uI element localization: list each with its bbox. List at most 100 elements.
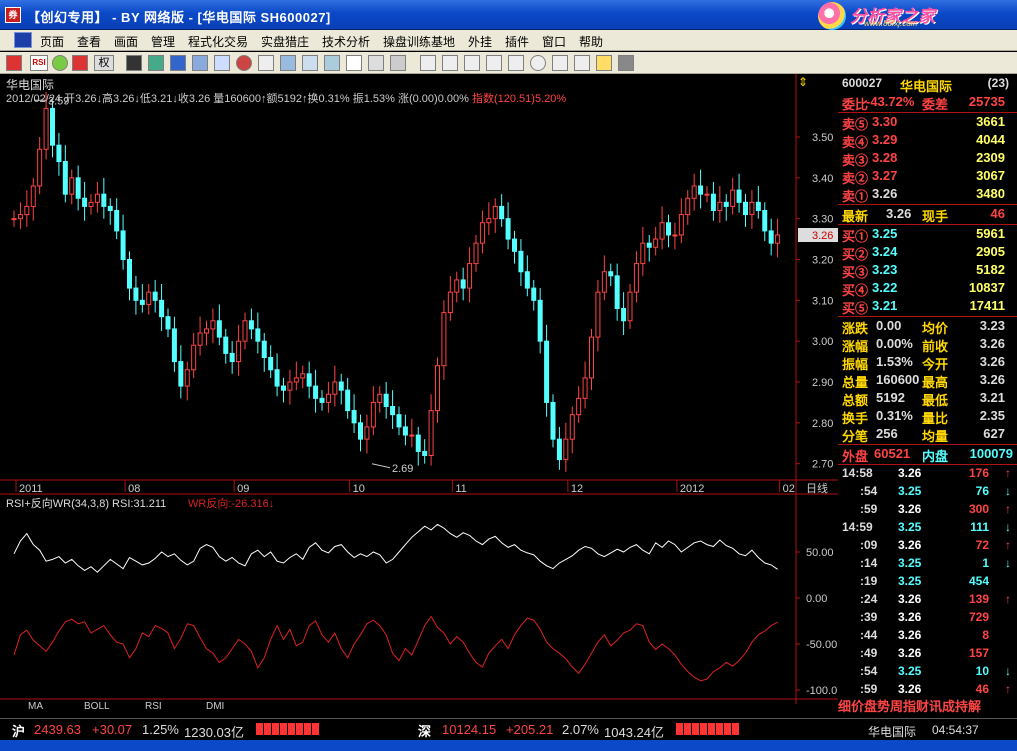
status-stock: 华电国际 [868, 725, 917, 739]
menu-item-help[interactable]: 帮助 [579, 33, 603, 50]
buy-price: 3.25 [872, 226, 898, 241]
candle-body [460, 279, 466, 289]
chart-icon[interactable] [148, 55, 164, 71]
table-icon[interactable] [324, 55, 340, 71]
layout-icon[interactable] [302, 55, 318, 71]
sell-price: 3.28 [872, 150, 898, 165]
parallel-tool-icon[interactable] [486, 55, 502, 71]
sell-price: 3.27 [872, 168, 898, 183]
sell-volume: 2309 [976, 150, 1005, 165]
tab-boll[interactable]: BOLL [84, 701, 110, 712]
candle-body [171, 328, 177, 363]
candle-body [114, 210, 120, 232]
arrow-tool-icon[interactable] [574, 55, 590, 71]
sell-row: 卖④ 3.29 4044 [838, 132, 1017, 150]
candle-body [621, 308, 627, 322]
sz-amount: 1043.24亿 [604, 725, 664, 740]
book-icon[interactable] [192, 55, 208, 71]
tick-volume: 111 [970, 520, 989, 534]
app-icon: 券 [5, 7, 21, 23]
candle-body [236, 340, 242, 363]
sh-amount: 1230.03亿 [184, 725, 244, 740]
menu-item-view[interactable]: 查看 [77, 33, 101, 50]
rect-tool-icon[interactable] [508, 55, 524, 71]
candle-body [127, 259, 132, 289]
kline-chart[interactable]: 3.50 3.40 3.30 3.20 3.10 3.00 2.90 2.80 2.70 3.26… [0, 74, 838, 718]
ellipse-tool-icon[interactable] [530, 55, 546, 71]
line-tool-icon[interactable] [390, 55, 406, 71]
tick-volume: 8 [982, 628, 989, 642]
menu-item-training[interactable]: 操盘训练基地 [383, 33, 455, 50]
tab-rsi[interactable]: RSI [145, 701, 162, 712]
buy-row: 买⑤ 3.21 17411 [838, 298, 1017, 316]
tick-time: 14:59 [842, 520, 873, 534]
grid-icon[interactable] [280, 55, 296, 71]
tick-volume: 10 [975, 664, 989, 678]
candle-body [422, 450, 428, 456]
home-icon[interactable] [6, 55, 22, 71]
menu-item-tech-analysis[interactable]: 技术分析 [322, 33, 370, 50]
last-row: 最新 3.26 现手 46 [838, 206, 1017, 224]
sell-label: 卖③ [842, 153, 869, 168]
search-icon[interactable] [214, 55, 230, 71]
fan-tool-icon[interactable] [442, 55, 458, 71]
candle-body [531, 287, 537, 301]
stat-row: 分笔 256 均量 627 [838, 426, 1017, 444]
candle-body [537, 299, 543, 342]
menu-item-page[interactable]: 页面 [40, 33, 64, 50]
sh-label: 沪 [12, 724, 26, 739]
menu-item-plugins[interactable]: 插件 [505, 33, 529, 50]
cursor-icon[interactable] [368, 55, 384, 71]
candle-body [94, 193, 100, 203]
menu-item-window[interactable]: 窗口 [542, 33, 566, 50]
menu-item-hunt[interactable]: 实盘猎庄 [261, 33, 309, 50]
stats-icon[interactable] [170, 55, 186, 71]
panel-bottom-tabs[interactable]: 细价盘势周指财讯成持解 [838, 696, 1017, 714]
channel-tool-icon[interactable] [464, 55, 480, 71]
status-time: 04:54:37 [932, 723, 979, 737]
candle-body [300, 373, 306, 379]
menu-item-plugin-ext[interactable]: 外挂 [468, 33, 492, 50]
buy-label: 买① [842, 229, 869, 244]
stat-row: 换手 0.31% 量比 2.35 [838, 408, 1017, 426]
menu-item-manage[interactable]: 管理 [151, 33, 175, 50]
save-icon[interactable] [618, 55, 634, 71]
window-icon[interactable] [346, 55, 362, 71]
rsi-button[interactable]: RSI [30, 55, 48, 71]
stat-label: 总量 [842, 375, 869, 390]
candle-body [197, 332, 203, 346]
price-tick-label: 3.50 [812, 132, 833, 144]
rights-button[interactable]: 权 [94, 55, 114, 71]
glasses-icon[interactable] [126, 55, 142, 71]
text-tool-icon[interactable] [552, 55, 568, 71]
menu-item-canvas[interactable]: 画面 [114, 33, 138, 50]
move-icon[interactable] [52, 55, 68, 71]
candle-body [775, 234, 781, 244]
app-menu-icon[interactable] [14, 32, 32, 48]
indicator-tick-label: 0.00 [806, 593, 827, 605]
sell-row: 卖③ 3.28 2309 [838, 150, 1017, 168]
pen-icon[interactable] [258, 55, 274, 71]
buy-volume: 2905 [976, 244, 1005, 259]
tick-volume: 454 [968, 574, 989, 588]
candle-body [499, 205, 505, 220]
candle-body [595, 291, 601, 338]
tick-time: :14 [860, 556, 878, 570]
tab-ma[interactable]: MA [28, 701, 43, 712]
eraser-icon[interactable] [596, 55, 612, 71]
candle-body [633, 263, 639, 293]
swap-icon[interactable] [72, 55, 88, 71]
toolbar: RSI 权 [0, 52, 1017, 74]
candle-body [370, 401, 376, 428]
candle-body [216, 320, 222, 338]
date-tick-label: 09 [237, 483, 249, 495]
alert-icon[interactable] [236, 55, 252, 71]
tick-price: 3.25 [898, 484, 922, 498]
window-title: 【创幻专用】 - BY 网络版 - [华电国际 SH600027] [27, 10, 331, 25]
candle-body [627, 291, 633, 322]
menu-item-program-trading[interactable]: 程式化交易 [188, 33, 248, 50]
bars-tool-icon[interactable] [420, 55, 436, 71]
tab-dmi[interactable]: DMI [206, 701, 224, 712]
candle-body [24, 205, 30, 216]
stat-label: 最高 [922, 375, 949, 390]
